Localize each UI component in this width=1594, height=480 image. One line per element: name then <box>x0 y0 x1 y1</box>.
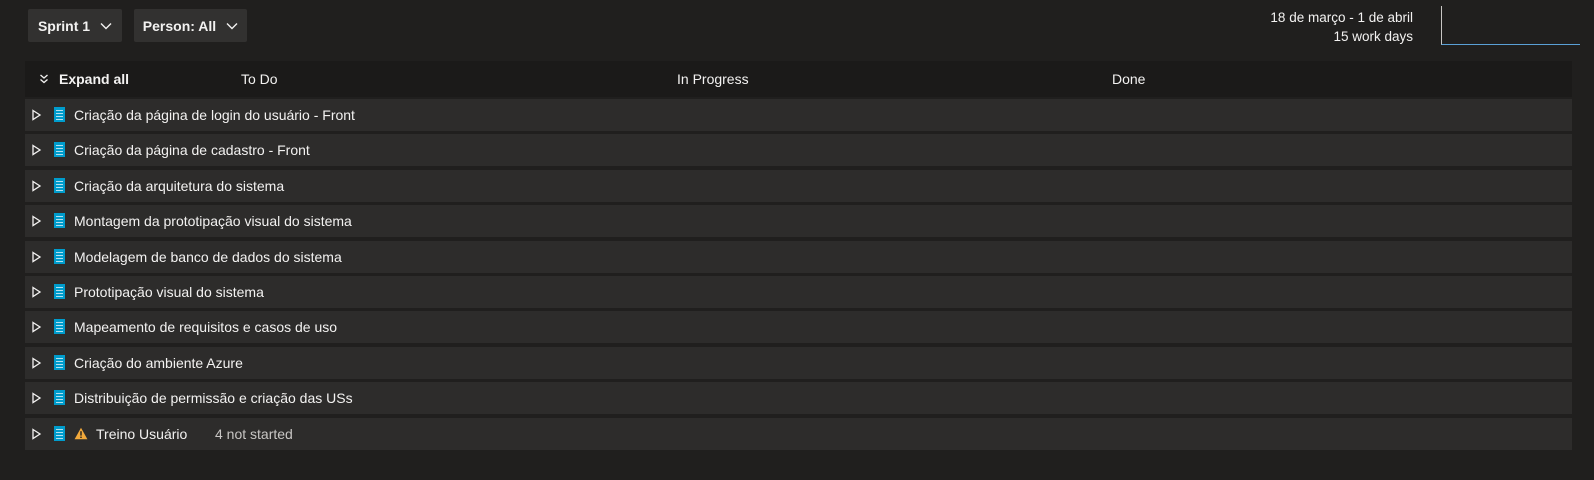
sprint-work-days: 15 work days <box>1333 29 1413 44</box>
column-header-in-progress: In Progress <box>677 71 749 87</box>
work-item-title[interactable]: Prototipação visual do sistema <box>74 276 264 308</box>
triangle-right-icon[interactable] <box>31 215 42 227</box>
user-story-icon <box>54 213 65 228</box>
triangle-right-icon[interactable] <box>31 109 42 121</box>
backlog-row[interactable]: Treino Usuário 4 not started <box>25 418 1572 450</box>
board-header: Expand all To Do In Progress Done <box>25 61 1572 97</box>
user-story-icon <box>54 319 65 334</box>
triangle-right-icon[interactable] <box>31 180 42 192</box>
user-story-icon <box>54 426 65 441</box>
backlog-row[interactable]: Criação da página de login do usuário - … <box>25 99 1572 131</box>
work-item-title[interactable]: Montagem da prototipação visual do siste… <box>74 205 352 237</box>
user-story-icon <box>54 178 65 193</box>
work-item-title[interactable]: Criação da arquitetura do sistema <box>74 170 284 202</box>
user-story-icon <box>54 390 65 405</box>
backlog-row[interactable]: Criação da arquitetura do sistema <box>25 170 1572 202</box>
backlog-row[interactable]: Mapeamento de requisitos e casos de uso <box>25 311 1572 343</box>
triangle-right-icon[interactable] <box>31 392 42 404</box>
work-item-title[interactable]: Criação do ambiente Azure <box>74 347 243 379</box>
work-item-title[interactable]: Distribuição de permissão e criação das … <box>74 382 353 414</box>
backlog-row[interactable]: Distribuição de permissão e criação das … <box>25 382 1572 414</box>
triangle-right-icon[interactable] <box>31 286 42 298</box>
user-story-icon <box>54 355 65 370</box>
backlog-row[interactable]: Criação da página de cadastro - Front <box>25 134 1572 166</box>
not-started-count: 4 not started <box>215 426 293 442</box>
burndown-chart[interactable] <box>1441 6 1580 45</box>
work-item-title[interactable]: Treino Usuário <box>96 418 187 450</box>
double-chevron-down-icon <box>40 74 48 84</box>
expand-all-button[interactable]: Expand all <box>39 61 129 97</box>
sprint-filter-label: Sprint 1 <box>37 17 91 34</box>
work-item-title[interactable]: Modelagem de banco de dados do sistema <box>74 241 342 273</box>
column-header-todo: To Do <box>241 71 278 87</box>
person-filter-button[interactable]: Person: All <box>134 9 247 42</box>
chevron-down-icon <box>100 22 112 29</box>
work-item-title[interactable]: Mapeamento de requisitos e casos de uso <box>74 311 337 343</box>
backlog-row[interactable]: Criação do ambiente Azure <box>25 347 1572 379</box>
sprint-date-range: 18 de março - 1 de abril <box>1270 10 1413 25</box>
backlog-row[interactable]: Prototipação visual do sistema <box>25 276 1572 308</box>
triangle-right-icon[interactable] <box>31 357 42 369</box>
triangle-right-icon[interactable] <box>31 428 42 440</box>
triangle-right-icon[interactable] <box>31 321 42 333</box>
chevron-down-icon <box>226 22 238 29</box>
warning-icon <box>74 427 88 440</box>
user-story-icon <box>54 142 65 157</box>
column-header-done: Done <box>1112 71 1146 87</box>
user-story-icon <box>54 284 65 299</box>
triangle-right-icon[interactable] <box>31 144 42 156</box>
user-story-icon <box>54 107 65 122</box>
expand-all-label: Expand all <box>59 71 130 87</box>
backlog-row[interactable]: Modelagem de banco de dados do sistema <box>25 241 1572 273</box>
triangle-right-icon[interactable] <box>31 251 42 263</box>
sprint-info: 18 de março - 1 de abril 15 work days <box>1270 8 1413 46</box>
user-story-icon <box>54 249 65 264</box>
work-item-title[interactable]: Criação da página de cadastro - Front <box>74 134 310 166</box>
person-filter-label: Person: All <box>142 17 217 34</box>
backlog-row[interactable]: Montagem da prototipação visual do siste… <box>25 205 1572 237</box>
sprint-filter-button[interactable]: Sprint 1 <box>28 9 122 42</box>
work-item-title[interactable]: Criação da página de login do usuário - … <box>74 99 355 131</box>
